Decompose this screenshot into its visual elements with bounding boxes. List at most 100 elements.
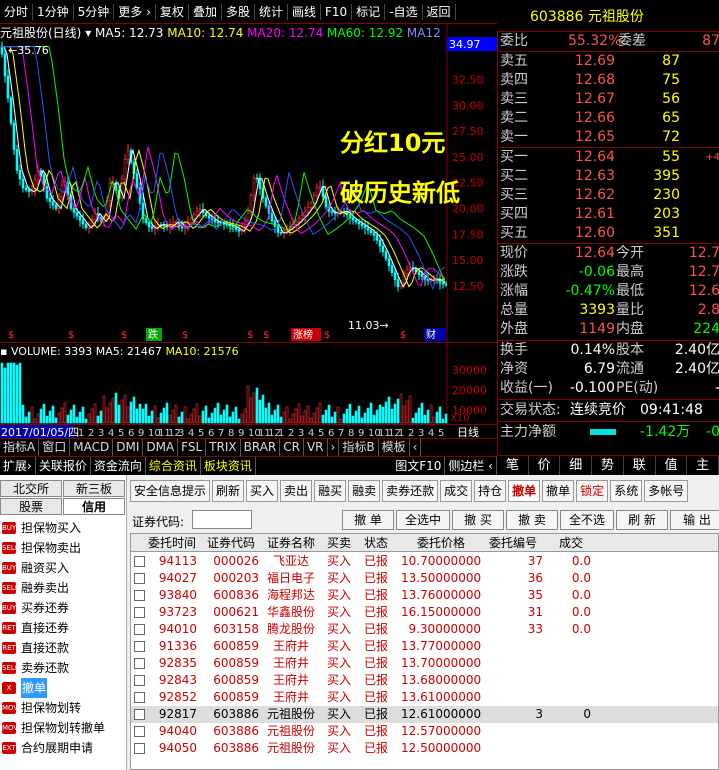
- table-row[interactable]: 94027 000203 福日电子 买入 已报 13.50000000 36 0.0: [131, 570, 718, 587]
- ext-tab-1[interactable]: 关联报价: [36, 457, 91, 475]
- nav-item-4[interactable]: BUY 买券还券: [0, 598, 127, 618]
- sell-row[interactable]: 卖一 12.65 72: [498, 128, 719, 147]
- event-tag-die[interactable]: 跌: [146, 328, 162, 341]
- buy-row[interactable]: 买五 12.60 351: [498, 224, 719, 243]
- buy-row[interactable]: 买二 12.63 395: [498, 167, 719, 186]
- nav-item-7[interactable]: SELL 卖券还款: [0, 658, 127, 678]
- volume-chart[interactable]: ▪ VOLUME: 3393 MA5: 21467 MA10: 21576 300…: [0, 342, 497, 425]
- indicator-tab-12[interactable]: 模板: [379, 439, 410, 456]
- event-marker[interactable]: $: [68, 330, 74, 341]
- toolbar-item-5[interactable]: 叠加: [189, 3, 222, 20]
- table-row[interactable]: 92843 600859 王府井 买入 已报 13.68000000: [131, 672, 718, 689]
- row-checkbox[interactable]: [134, 607, 145, 618]
- toolbar-item-11[interactable]: -自选: [385, 3, 423, 20]
- quote-tab-1[interactable]: 价: [529, 456, 561, 475]
- nav-item-2[interactable]: BUY 融资买入: [0, 558, 127, 578]
- indicator-tab-5[interactable]: FSL: [178, 439, 207, 456]
- indicator-tab-11[interactable]: 指标B: [339, 439, 379, 456]
- ext-tab-6[interactable]: 侧边栏 ‹: [445, 457, 497, 475]
- code-btn-3[interactable]: 撤 卖: [506, 510, 558, 530]
- indicator-tab-10[interactable]: ›: [328, 439, 340, 456]
- trade-toolbar-btn-1[interactable]: 刷新: [212, 480, 245, 502]
- nav-item-3[interactable]: SELL 融券卖出: [0, 578, 127, 598]
- toolbar-item-1[interactable]: 1分钟: [33, 3, 74, 20]
- row-checkbox[interactable]: [134, 641, 145, 652]
- nav-item-11[interactable]: EXT 合约展期申请: [0, 738, 127, 758]
- indicator-tab-8[interactable]: CR: [280, 439, 304, 456]
- trade-toolbar-btn-5[interactable]: 融卖: [348, 480, 381, 502]
- row-checkbox[interactable]: [134, 726, 145, 737]
- buy-row[interactable]: 买四 12.61 203: [498, 205, 719, 224]
- table-header-cell[interactable]: 委托编号: [483, 534, 543, 552]
- table-header-cell[interactable]: 委托时间: [147, 534, 197, 552]
- table-row[interactable]: 94113 000026 飞亚达 买入 已报 10.70000000 37 0.0: [131, 553, 718, 570]
- indicator-tab-9[interactable]: VR: [304, 439, 328, 456]
- nav-item-1[interactable]: SELL 担保物卖出: [0, 538, 127, 558]
- nav-item-8[interactable]: X 撤单: [0, 678, 127, 698]
- table-header-cell[interactable]: 买卖: [323, 534, 355, 552]
- event-marker[interactable]: $: [182, 330, 188, 341]
- ext-tab-0[interactable]: 扩展›: [0, 457, 36, 475]
- row-checkbox[interactable]: [134, 624, 145, 635]
- buy-row[interactable]: 买一 12.64 55 +4: [498, 148, 719, 167]
- event-marker[interactable]: $: [400, 330, 406, 341]
- ext-tab-5[interactable]: 图文F10: [392, 457, 446, 475]
- toolbar-item-6[interactable]: 多股: [222, 3, 255, 20]
- nav-item-9[interactable]: MOV 担保物划转: [0, 698, 127, 718]
- nav-item-5[interactable]: RET 直接还券: [0, 618, 127, 638]
- period-label[interactable]: 日线: [457, 425, 479, 439]
- table-row[interactable]: 93723 000621 华鑫股份 买入 已报 16.15000000 31 0.0: [131, 604, 718, 621]
- row-checkbox[interactable]: [134, 658, 145, 669]
- quote-tab-2[interactable]: 细: [560, 456, 593, 475]
- row-checkbox[interactable]: [134, 692, 145, 703]
- volume-svg[interactable]: ▪ VOLUME: 3393 MA5: 21467 MA10: 21576 300…: [0, 343, 497, 425]
- table-row[interactable]: 92852 600859 王府井 买入 已报 13.61000000: [131, 689, 718, 706]
- trade-toolbar-btn-9[interactable]: 撤单: [508, 480, 541, 502]
- quote-tab-5[interactable]: 值: [656, 456, 688, 475]
- ext-tab-2[interactable]: 资金流向: [91, 457, 146, 475]
- table-header-cell[interactable]: 状态: [361, 534, 391, 552]
- netflow-row[interactable]: 主力净额 -1.42万 -0: [498, 423, 719, 442]
- table-header-cell[interactable]: 成交: [551, 534, 591, 552]
- indicator-tab-3[interactable]: DMI: [113, 439, 144, 456]
- code-btn-4[interactable]: 全不选: [560, 510, 614, 530]
- quote-tab-3[interactable]: 势: [592, 456, 624, 475]
- nav-tab-top-0[interactable]: 北交所: [0, 480, 62, 497]
- nav-tab-top-1[interactable]: 新三板: [63, 480, 125, 497]
- table-header-cell[interactable]: 委托价格: [401, 534, 481, 552]
- ext-tab-4[interactable]: 板块资讯: [201, 457, 256, 475]
- code-btn-2[interactable]: 撤 买: [452, 510, 504, 530]
- row-checkbox[interactable]: [134, 675, 145, 686]
- code-btn-6[interactable]: 输 出: [670, 510, 719, 530]
- indicator-tab-4[interactable]: DMA: [143, 439, 179, 456]
- event-marker[interactable]: $: [263, 330, 269, 341]
- nav-item-0[interactable]: BUY 担保物买入: [0, 518, 127, 538]
- trade-toolbar-btn-13[interactable]: 多帐号: [644, 480, 689, 502]
- table-row[interactable]: 94050 603886 元祖股份 买入 已报 12.50000000: [131, 740, 718, 757]
- nav-tab-bottom-0[interactable]: 股票: [0, 498, 62, 515]
- event-marker[interactable]: $: [8, 330, 14, 341]
- row-checkbox[interactable]: [134, 590, 145, 601]
- trade-toolbar-btn-12[interactable]: 系统: [610, 480, 643, 502]
- sell-row[interactable]: 卖五 12.69 87: [498, 52, 719, 71]
- table-row[interactable]: 94040 603886 元祖股份 买入 已报 12.57000000: [131, 723, 718, 740]
- trade-toolbar-btn-4[interactable]: 融买: [314, 480, 347, 502]
- code-btn-5[interactable]: 刷 新: [616, 510, 668, 530]
- toolbar-item-8[interactable]: 画线: [288, 3, 321, 20]
- toolbar-item-3[interactable]: 更多 ›: [114, 3, 156, 20]
- trade-toolbar-btn-10[interactable]: 撤单: [542, 480, 575, 502]
- event-marker[interactable]: $: [121, 330, 127, 341]
- indicator-tab-6[interactable]: TRIX: [206, 439, 241, 456]
- code-input[interactable]: [192, 510, 252, 529]
- trade-toolbar-btn-8[interactable]: 持仓: [474, 480, 507, 502]
- trade-toolbar-btn-0[interactable]: 安全信息提示: [130, 480, 211, 502]
- quote-tab-4[interactable]: 联: [624, 456, 656, 475]
- indicator-tab-7[interactable]: BRAR: [241, 439, 281, 456]
- event-marker[interactable]: $: [247, 330, 253, 341]
- toolbar-item-12[interactable]: 返回: [423, 3, 456, 20]
- toolbar-item-4[interactable]: 复权: [156, 3, 189, 20]
- indicator-tab-0[interactable]: 指标A: [0, 439, 40, 456]
- event-tag-cai[interactable]: 财: [424, 328, 446, 341]
- row-checkbox[interactable]: [134, 709, 145, 720]
- indicator-tab-13[interactable]: ‹: [410, 439, 422, 456]
